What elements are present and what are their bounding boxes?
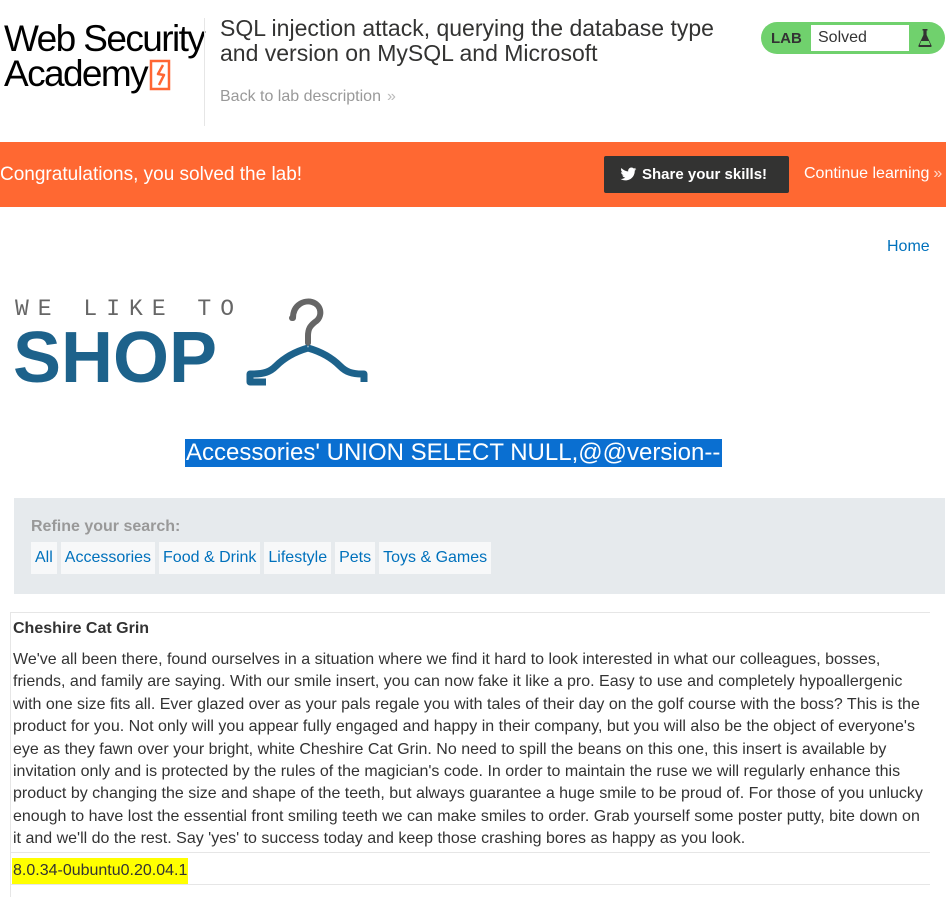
lab-status-label: LAB [771, 30, 802, 47]
filter-panel: Refine your search: All Accessories Food… [14, 498, 945, 594]
chevron-right-icon: » [933, 165, 943, 182]
refine-search-label: Refine your search: [31, 518, 181, 535]
category-filters: All Accessories Food & Drink Lifestyle P… [31, 542, 492, 574]
solved-notification-banner: Congratulations, you solved the lab! Sha… [0, 142, 946, 207]
table-divider [10, 612, 930, 613]
shop-logo: WE LIKE TO SHOP [13, 296, 374, 398]
product-name: Cheshire Cat Grin [13, 620, 150, 637]
header-divider [204, 18, 205, 126]
home-link[interactable]: Home [887, 238, 930, 256]
lab-header: Web Security Academy SQL injection attac… [0, 0, 946, 142]
shop-logo-name: SHOP [13, 318, 218, 398]
lab-status-widget: LAB Solved [761, 22, 945, 54]
web-security-academy-logo[interactable]: Web Security Academy [4, 20, 206, 100]
twitter-icon [620, 167, 637, 181]
database-version-value: 8.0.34-0ubuntu0.20.04.1 [12, 858, 189, 884]
search-results-heading: Accessories' UNION SELECT NULL,@@version… [185, 439, 723, 467]
filter-accessories[interactable]: Accessories [60, 542, 156, 574]
logo-text-line2: Academy [4, 53, 149, 94]
continue-learning-link[interactable]: Continue learning» [804, 165, 942, 183]
back-link-label: Back to lab description [220, 88, 381, 105]
lab-status-value: Solved [811, 25, 909, 51]
filter-all[interactable]: All [31, 542, 57, 574]
filter-pets[interactable]: Pets [335, 542, 376, 574]
flask-icon [918, 29, 932, 47]
product-description: We've all been there, found ourselves in… [13, 651, 923, 848]
academy-lightning-icon [149, 59, 171, 91]
filter-lifestyle[interactable]: Lifestyle [264, 542, 332, 574]
chevron-right-icon: » [386, 88, 396, 105]
table-divider [10, 884, 930, 885]
filter-food-drink[interactable]: Food & Drink [159, 542, 261, 574]
filter-toys-games[interactable]: Toys & Games [379, 542, 492, 574]
share-skills-button[interactable]: Share your skills! [604, 156, 789, 193]
lab-title: SQL injection attack, querying the datab… [220, 15, 714, 66]
table-left-border [10, 612, 11, 897]
back-to-lab-description-link[interactable]: Back to lab description » [220, 88, 396, 106]
table-divider [10, 852, 930, 853]
continue-learning-label: Continue learning [804, 165, 930, 182]
solved-message: Congratulations, you solved the lab! [0, 164, 303, 185]
hanger-icon [246, 298, 368, 386]
share-button-label: Share your skills! [642, 166, 768, 183]
